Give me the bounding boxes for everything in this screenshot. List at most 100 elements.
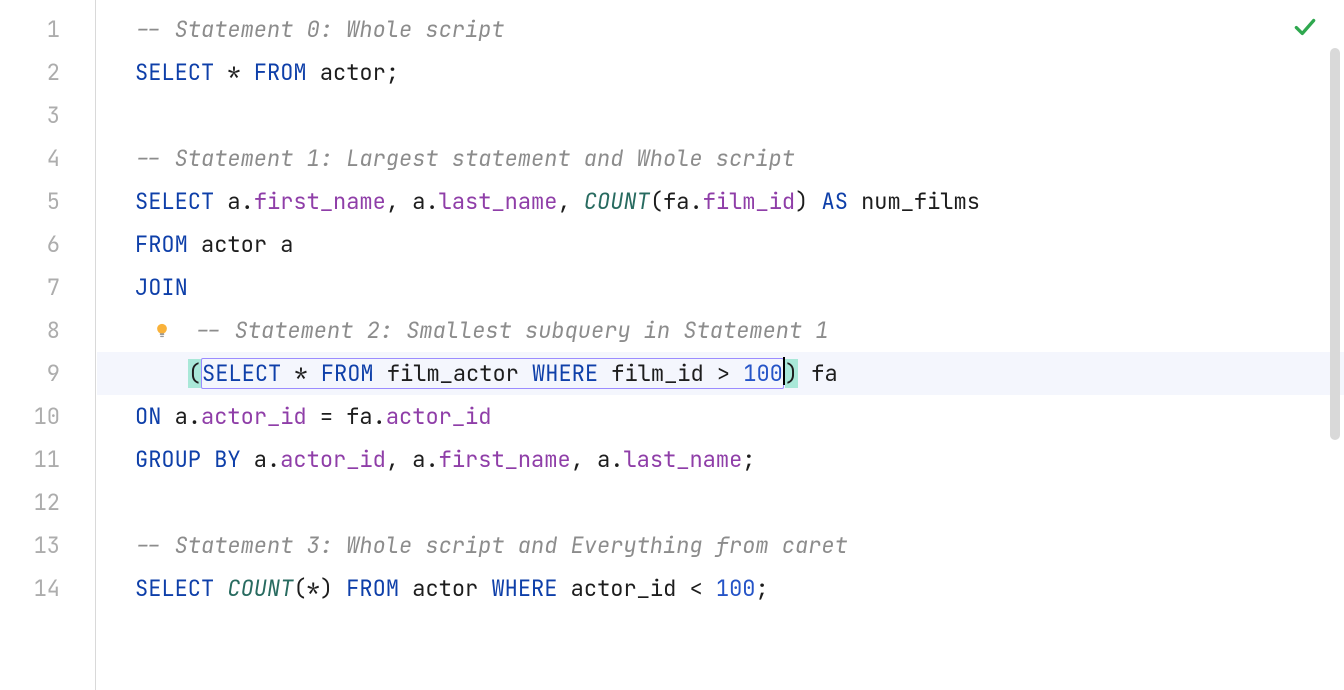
identifier: film_id xyxy=(703,187,795,216)
vertical-scrollbar[interactable] xyxy=(1330,48,1340,440)
punct: , xyxy=(571,445,597,474)
token: a xyxy=(214,187,240,216)
line-number: 7 xyxy=(0,266,96,309)
punct: ( xyxy=(293,574,306,603)
punct: . xyxy=(188,402,201,431)
token: film_actor xyxy=(374,359,532,388)
identifier: actor_id xyxy=(201,402,307,431)
line-number: 12 xyxy=(0,481,96,524)
token: * xyxy=(307,574,320,603)
punct: . xyxy=(689,187,702,216)
token: a xyxy=(597,445,610,474)
number: 100 xyxy=(716,574,756,603)
paren-close: ) xyxy=(785,359,798,388)
intention-bulb-icon[interactable] xyxy=(153,322,171,340)
line-number: 2 xyxy=(0,51,96,94)
line-number: 6 xyxy=(0,223,96,266)
identifier: last_name xyxy=(623,445,742,474)
check-icon[interactable] xyxy=(1292,14,1318,40)
punct: . xyxy=(425,187,438,216)
identifier: first_name xyxy=(254,187,386,216)
keyword: SELECT xyxy=(202,359,281,388)
code-editor[interactable]: 1 2 3 4 5 6 7 8 9 10 11 12 13 14 -- Stat… xyxy=(0,0,1344,690)
token: * xyxy=(214,58,254,87)
token: a xyxy=(412,187,425,216)
comment-text: -- Statement 2: Smallest subquery in Sta… xyxy=(195,316,829,345)
punct: . xyxy=(241,187,254,216)
code-line[interactable]: SELECT * FROM actor; xyxy=(97,51,1344,94)
identifier: actor_id xyxy=(386,402,492,431)
punct: . xyxy=(267,445,280,474)
code-line[interactable]: ON a.actor_id = fa.actor_id xyxy=(97,395,1344,438)
gutter-separator xyxy=(95,0,96,690)
code-line[interactable]: -- Statement 2: Smallest subquery in Sta… xyxy=(97,309,1344,352)
punct: . xyxy=(425,445,438,474)
keyword: FROM xyxy=(254,58,307,87)
keyword: GROUP BY xyxy=(135,445,241,474)
token: actor_id < xyxy=(557,574,715,603)
code-area[interactable]: -- Statement 0: Whole script SELECT * FR… xyxy=(97,0,1344,690)
line-number: 10 xyxy=(0,395,96,438)
line-number: 14 xyxy=(0,567,96,610)
keyword: AS xyxy=(808,187,848,216)
code-line[interactable]: GROUP BY a.actor_id, a.first_name, a.las… xyxy=(97,438,1344,481)
punct: ) xyxy=(795,187,808,216)
token: actor xyxy=(399,574,491,603)
punct: ; xyxy=(755,574,768,603)
punct: . xyxy=(610,445,623,474)
line-number: 13 xyxy=(0,524,96,567)
code-line[interactable] xyxy=(97,481,1344,524)
punct: ; xyxy=(742,445,755,474)
token xyxy=(333,574,346,603)
keyword: SELECT xyxy=(135,574,214,603)
token: actor xyxy=(307,58,386,87)
line-number: 1 xyxy=(0,8,96,51)
keyword: SELECT xyxy=(135,58,214,87)
keyword: WHERE xyxy=(491,574,557,603)
code-line[interactable]: (SELECT * FROM film_actor WHERE film_id … xyxy=(97,352,1344,395)
punct: ) xyxy=(320,574,333,603)
code-line[interactable]: SELECT a.first_name, a.last_name, COUNT(… xyxy=(97,180,1344,223)
code-line[interactable] xyxy=(97,94,1344,137)
keyword: JOIN xyxy=(135,273,188,302)
code-line[interactable]: -- Statement 0: Whole script xyxy=(97,8,1344,51)
selection-box: SELECT * FROM film_actor WHERE film_id >… xyxy=(201,358,784,389)
punct: , xyxy=(557,187,583,216)
line-number: 11 xyxy=(0,438,96,481)
number: 100 xyxy=(743,359,783,388)
line-number: 9 xyxy=(0,352,96,395)
token: actor a xyxy=(188,230,294,259)
code-line[interactable]: -- Statement 3: Whole script and Everyth… xyxy=(97,524,1344,567)
token: fa xyxy=(663,187,689,216)
token: fa xyxy=(798,359,838,388)
keyword: ON xyxy=(135,402,161,431)
keyword: FROM xyxy=(135,230,188,259)
code-line[interactable]: SELECT COUNT(*) FROM actor WHERE actor_i… xyxy=(97,567,1344,610)
token: a xyxy=(412,445,425,474)
token: fa xyxy=(346,402,372,431)
indent xyxy=(135,359,188,388)
punct: . xyxy=(373,402,386,431)
comment-text: -- Statement 3: Whole script and Everyth… xyxy=(135,531,848,560)
function: COUNT xyxy=(227,574,293,603)
line-number: 8 xyxy=(0,309,96,352)
punct: , xyxy=(386,445,412,474)
token: = xyxy=(307,402,347,431)
function: COUNT xyxy=(584,187,650,216)
keyword: SELECT xyxy=(135,187,214,216)
identifier: actor_id xyxy=(280,445,386,474)
token xyxy=(214,574,227,603)
code-line[interactable]: -- Statement 1: Largest statement and Wh… xyxy=(97,137,1344,180)
token: * xyxy=(281,359,321,388)
line-number: 4 xyxy=(0,137,96,180)
punct: ( xyxy=(650,187,663,216)
token: num_films xyxy=(848,187,980,216)
punct: ; xyxy=(386,58,399,87)
keyword: FROM xyxy=(346,574,399,603)
punct: , xyxy=(386,187,412,216)
code-line[interactable]: FROM actor a xyxy=(97,223,1344,266)
token: a xyxy=(161,402,187,431)
code-line[interactable]: JOIN xyxy=(97,266,1344,309)
line-number: 5 xyxy=(0,180,96,223)
identifier: first_name xyxy=(439,445,571,474)
